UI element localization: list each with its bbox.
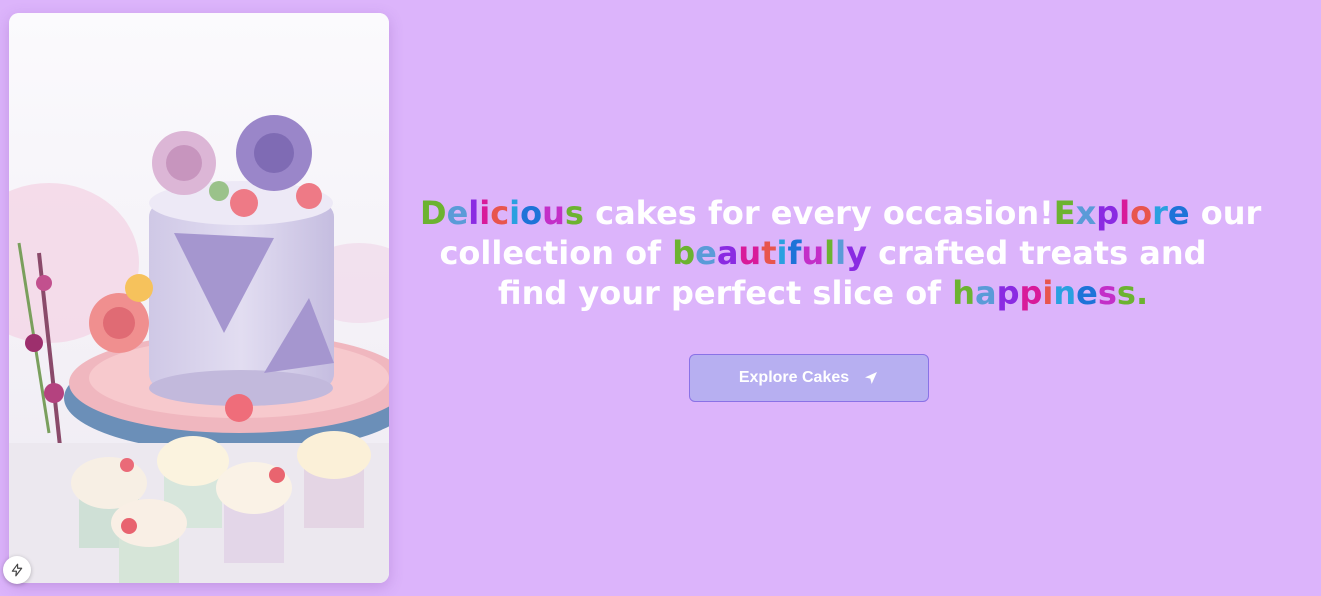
headline-text: our [1189,194,1262,232]
lightning-icon [11,563,23,577]
headline-line: Delicious cakes for every occasion!Explo… [420,193,1261,233]
cake-image [9,13,389,583]
headline-line: collection of beautifully crafted treats… [420,233,1226,273]
highlight-word: Explore [1053,194,1190,232]
lightning-badge[interactable] [3,556,31,584]
headline-text: find your perfect slice of [497,274,953,312]
send-arrow-icon [865,372,878,384]
cake-illustration [9,13,389,583]
headline-text: crafted treats and [866,234,1207,272]
explore-cakes-label: Explore Cakes [738,369,850,386]
hero-headline: Delicious cakes for every occasion!Explo… [420,193,1261,313]
headline-line: find your perfect slice of happiness. [420,273,1226,313]
headline-text: cakes for every occasion! [583,194,1054,232]
page: Delicious cakes for every occasion!Explo… [0,0,1321,596]
headline-text: collection of [439,234,673,272]
highlight-word: Delicious [420,194,584,232]
highlight-word: . [1135,274,1149,312]
highlight-word: beautifully [672,234,867,272]
explore-cakes-button[interactable]: Explore Cakes [689,354,929,402]
highlight-word: happiness [952,274,1136,312]
